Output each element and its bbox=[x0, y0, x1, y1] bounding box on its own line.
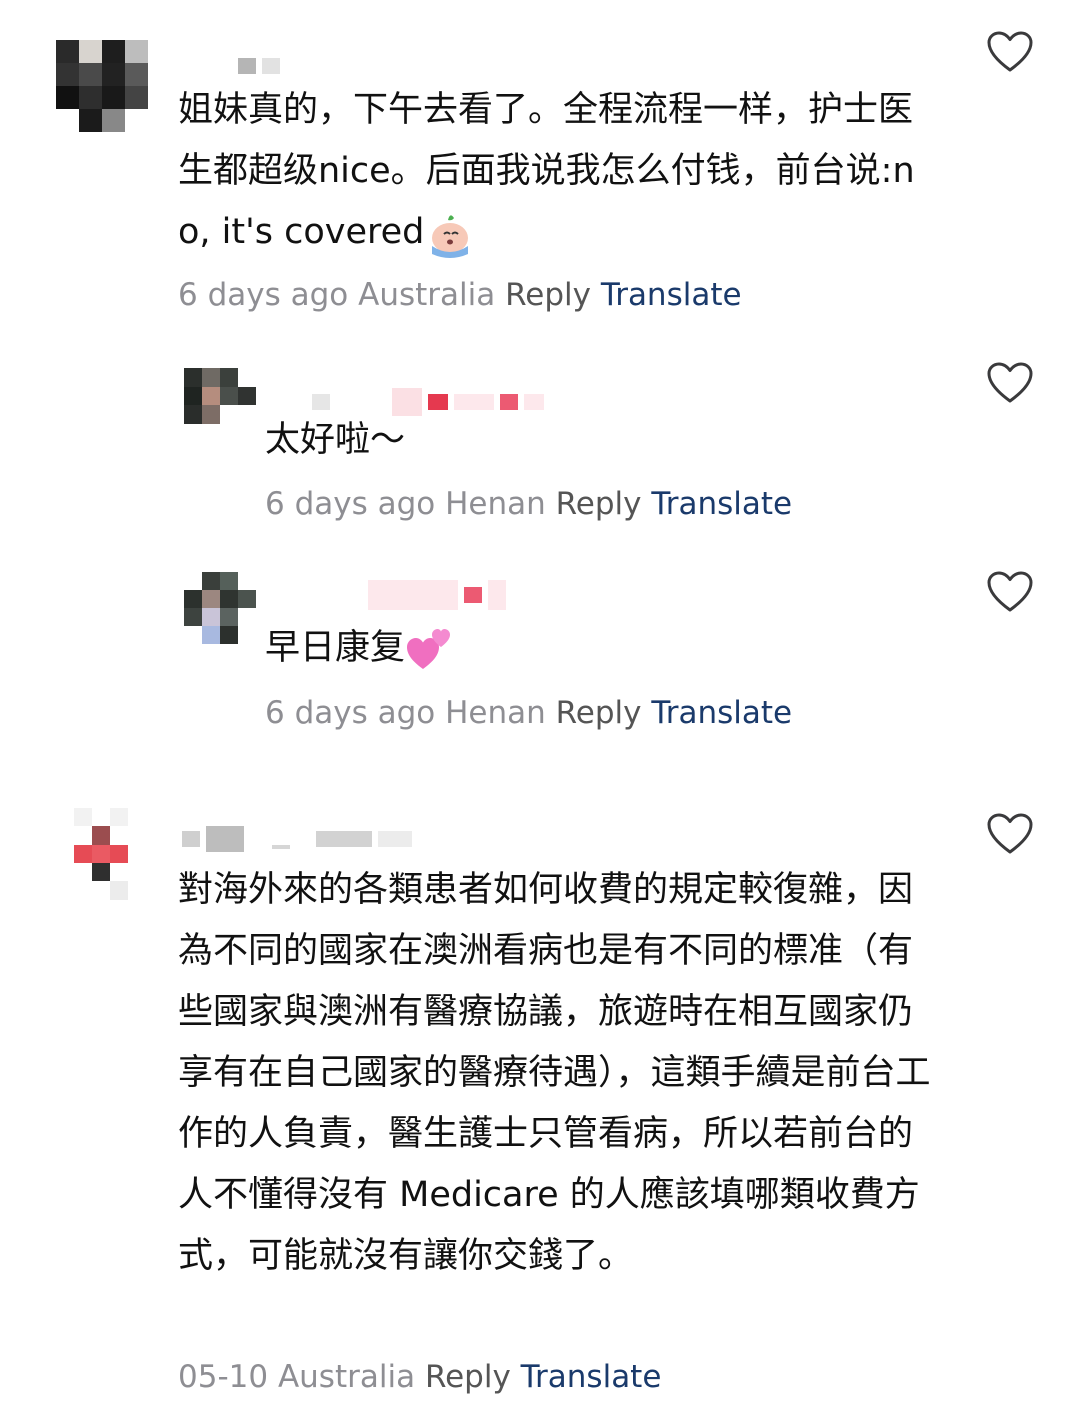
location: Australia bbox=[358, 277, 496, 313]
avatar[interactable] bbox=[56, 40, 148, 132]
comment-meta: 6 days ago Australia Reply Translate bbox=[178, 275, 742, 315]
username[interactable] bbox=[238, 58, 280, 74]
avatar[interactable] bbox=[184, 368, 256, 424]
comment-text: 早日康复 bbox=[265, 618, 1025, 679]
timestamp: 6 days ago bbox=[265, 486, 436, 522]
timestamp: 05-10 bbox=[178, 1359, 269, 1395]
translate-button[interactable]: Translate bbox=[651, 695, 792, 731]
heart-outline-icon[interactable] bbox=[986, 812, 1034, 856]
heart-outline-icon[interactable] bbox=[986, 570, 1034, 614]
reply-button[interactable]: Reply bbox=[505, 277, 591, 313]
translate-button[interactable]: Translate bbox=[521, 1359, 662, 1395]
comment-meta: 6 days ago Henan Reply Translate bbox=[265, 484, 792, 524]
comment-text: 對海外來的各類患者如何收費的規定較復雜，因為不同的國家在澳洲看病也是有不同的標准… bbox=[178, 870, 931, 1276]
crying-emoji bbox=[432, 215, 469, 258]
location: Henan bbox=[445, 695, 546, 731]
heart-outline-icon[interactable] bbox=[986, 30, 1034, 74]
two-hearts-emoji bbox=[407, 629, 451, 669]
comment-meta: 05-10 Australia Reply Translate bbox=[178, 1357, 661, 1397]
comment-meta: 6 days ago Henan Reply Translate bbox=[265, 693, 792, 733]
comment-text: 姐妹真的，下午去看了。全程流程一样，护士医生都超级nice。后面我说我怎么付钱，… bbox=[178, 80, 918, 263]
avatar[interactable] bbox=[74, 808, 128, 918]
timestamp: 6 days ago bbox=[265, 695, 436, 731]
reply-button[interactable]: Reply bbox=[425, 1359, 511, 1395]
location: Australia bbox=[277, 1359, 416, 1395]
comment-text: 太好啦～ bbox=[265, 420, 406, 460]
translate-button[interactable]: Translate bbox=[651, 486, 792, 522]
username[interactable] bbox=[368, 580, 506, 610]
timestamp: 6 days ago bbox=[178, 277, 349, 313]
heart-outline-icon[interactable] bbox=[986, 361, 1034, 405]
reply-button[interactable]: Reply bbox=[556, 695, 642, 731]
avatar[interactable] bbox=[184, 572, 256, 644]
translate-button[interactable]: Translate bbox=[601, 277, 742, 313]
username[interactable] bbox=[182, 826, 412, 852]
reply-button[interactable]: Reply bbox=[556, 486, 642, 522]
location: Henan bbox=[445, 486, 546, 522]
